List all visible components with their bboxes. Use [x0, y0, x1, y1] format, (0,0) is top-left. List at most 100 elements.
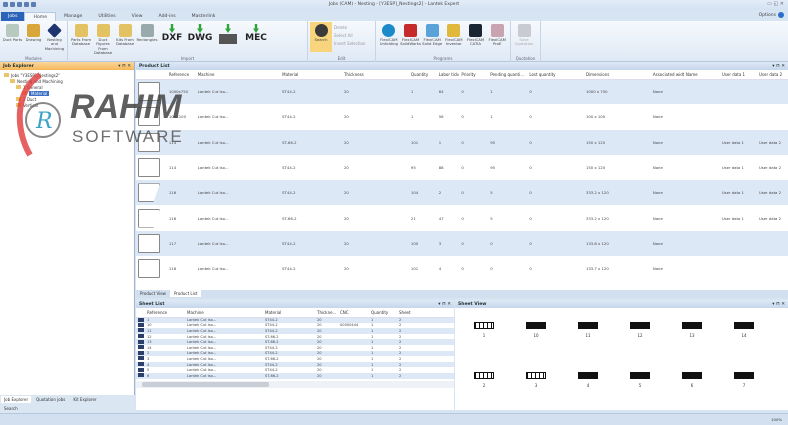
- rectangles-icon: [140, 24, 154, 37]
- panel-controls[interactable]: ▾ ⊓ ✕: [772, 302, 785, 307]
- table-row[interactable]: 116 Lantek Cut Iso... ST44-2 20 104 2 0 5 0 333.2…: [136, 180, 788, 206]
- column-header[interactable]: Machine: [185, 308, 263, 318]
- column-header[interactable]: Lost quantity: [527, 70, 584, 80]
- zoom-level: 100%: [771, 417, 782, 422]
- table-cell: 20: [343, 215, 349, 221]
- column-header[interactable]: [136, 308, 145, 318]
- panel-controls[interactable]: ▾ ⊓ ✕: [118, 64, 131, 69]
- panel-controls[interactable]: ▾ ⊓ ✕: [438, 302, 451, 307]
- table-row[interactable]: 100X100 Lantek Cut Iso... ST44-2 20 1 56 0 1 0 10…: [136, 104, 788, 129]
- sheet-label: 1: [482, 333, 486, 338]
- table-cell: [683, 129, 720, 155]
- column-header[interactable]: Priority: [459, 70, 489, 80]
- sheet-thumbnail[interactable]: 3: [521, 372, 551, 388]
- search-button[interactable]: Search: [310, 22, 332, 52]
- table-cell: 0: [529, 266, 532, 272]
- sheet-thumbnail[interactable]: 14: [729, 322, 759, 338]
- column-header[interactable]: Reference: [166, 70, 196, 80]
- group-modules: Duct Parts Drawing Nesting and Machining…: [0, 21, 68, 62]
- tab-kit-explorer[interactable]: Kit Explorer: [70, 396, 99, 403]
- invert-selection-button[interactable]: Invert Selection: [334, 41, 365, 46]
- table-cell: 1: [436, 129, 460, 155]
- table-cell: [756, 230, 788, 257]
- table-row[interactable]: 114 Lantek Cut Iso... ST44-2 20 95 88 0 95 0 150 …: [136, 155, 788, 180]
- product-list-panel: Product List ▾ ⊓ ✕ Reference Machine Materi…: [136, 62, 788, 298]
- table-cell: 333.2 x 120: [583, 180, 651, 206]
- column-header[interactable]: Machine: [195, 70, 281, 80]
- sheet-thumbnail[interactable]: 1: [469, 322, 499, 338]
- table-cell: [683, 230, 720, 257]
- table-cell: 116: [168, 215, 177, 221]
- table-cell: 2: [436, 180, 460, 206]
- sheet-label: 2: [482, 383, 486, 388]
- horizontal-scrollbar[interactable]: [136, 380, 454, 388]
- solidedge-icon: [425, 24, 439, 37]
- column-header[interactable]: CNC: [338, 308, 369, 318]
- sheet-thumbnail[interactable]: 13: [677, 322, 707, 338]
- tree-node[interactable]: Vertical: [4, 102, 130, 108]
- group-label: Import: [180, 56, 195, 61]
- tab-job-explorer[interactable]: Job Explorer: [1, 396, 32, 403]
- table-row[interactable]: 118 Lantek Cut Iso... ST44-2 20 101 4 0 0 0 133.7…: [136, 256, 788, 281]
- column-header[interactable]: Material: [263, 308, 315, 318]
- sheet-label: 6: [690, 383, 694, 388]
- column-header[interactable]: Material: [280, 70, 342, 80]
- sheet-thumbnail[interactable]: 11: [573, 322, 603, 338]
- table-row[interactable]: 6 Lantek Cut Iso... ST-66-2 20 1 2: [136, 372, 454, 379]
- table-cell: Lantek Cut Iso...: [197, 114, 229, 120]
- column-header[interactable]: Quantity: [369, 308, 397, 318]
- table-cell: 0: [527, 129, 584, 155]
- thumbnail-cell: [136, 129, 167, 155]
- table-cell: None: [652, 266, 663, 272]
- sheet-icon: [138, 367, 144, 372]
- table-row[interactable]: 114 Lantek Cut Iso... ST-66-2 20 101 1 0 95 0 150…: [136, 129, 788, 155]
- sheet-thumbnail[interactable]: 4: [573, 372, 603, 388]
- part-thumbnail: [138, 132, 160, 152]
- sheet-preview-icon: [630, 372, 650, 379]
- column-header[interactable]: Dimensions: [583, 70, 651, 80]
- window-controls[interactable]: ▭ ◱ ✕: [767, 1, 784, 7]
- tab-search[interactable]: Search: [1, 405, 21, 412]
- delete-button[interactable]: Delete: [334, 25, 365, 30]
- options-button[interactable]: Options: [759, 12, 784, 18]
- group-label: Modules: [25, 56, 42, 61]
- help-icon[interactable]: [778, 12, 784, 18]
- table-cell: 114: [166, 129, 196, 155]
- table-cell: 101: [408, 129, 437, 155]
- column-header[interactable]: Name: [683, 70, 720, 80]
- table-cell: ST-66-2: [282, 215, 297, 221]
- sheet-thumbnail[interactable]: 2: [469, 372, 499, 388]
- table-cell: None: [650, 180, 684, 206]
- column-header[interactable]: Reference: [145, 308, 185, 318]
- column-header[interactable]: Thickne...: [315, 308, 338, 318]
- column-header[interactable]: Associated width: [650, 70, 684, 80]
- column-header[interactable]: Thickness: [341, 70, 409, 80]
- column-header[interactable]: Pending quanti...: [488, 70, 528, 80]
- sheet-thumbnail[interactable]: 12: [625, 322, 655, 338]
- tab-product-view[interactable]: Product View: [136, 290, 170, 297]
- column-header[interactable]: User data 1: [719, 70, 757, 80]
- table-row[interactable]: 117 Lantek Cut Iso... ST44-2 20 100 3 0 0 0 133.8…: [136, 230, 788, 257]
- column-header[interactable]: Sheet: [397, 308, 454, 318]
- sheet-icon-cell: [136, 367, 145, 373]
- column-header[interactable]: [136, 70, 167, 80]
- panel-controls[interactable]: ▾ ⊓ ✕: [772, 64, 785, 69]
- table-cell: 114: [168, 165, 177, 171]
- column-header[interactable]: Labor ticket: [436, 70, 460, 80]
- select-all-button[interactable]: Select All: [334, 33, 365, 38]
- sheet-thumbnail[interactable]: 5: [625, 372, 655, 388]
- table-cell: 0: [529, 165, 532, 171]
- sheet-thumbnail[interactable]: 6: [677, 372, 707, 388]
- table-cell: ST44-2: [282, 165, 296, 171]
- sheet-thumbnail[interactable]: 7: [729, 372, 759, 388]
- table-row[interactable]: 116 Lantek Cut Iso... ST-66-2 20 21 47 0 5 0 333.…: [136, 205, 788, 230]
- column-header[interactable]: User data 2: [756, 70, 788, 80]
- column-header[interactable]: Quantity: [408, 70, 437, 80]
- table-cell: User data 1: [719, 180, 757, 206]
- tab-product-list[interactable]: Product List: [169, 290, 202, 297]
- thumbnail-cell: [136, 256, 167, 281]
- sheet-icon-cell: [136, 361, 145, 368]
- sheet-thumbnail[interactable]: 10: [521, 322, 551, 338]
- table-row[interactable]: 1000x750 Lantek Cut Iso... ST44-2 20 1 64 0 1 0 1…: [136, 79, 788, 105]
- tab-quotation-jobs[interactable]: Quotation jobs: [33, 396, 68, 403]
